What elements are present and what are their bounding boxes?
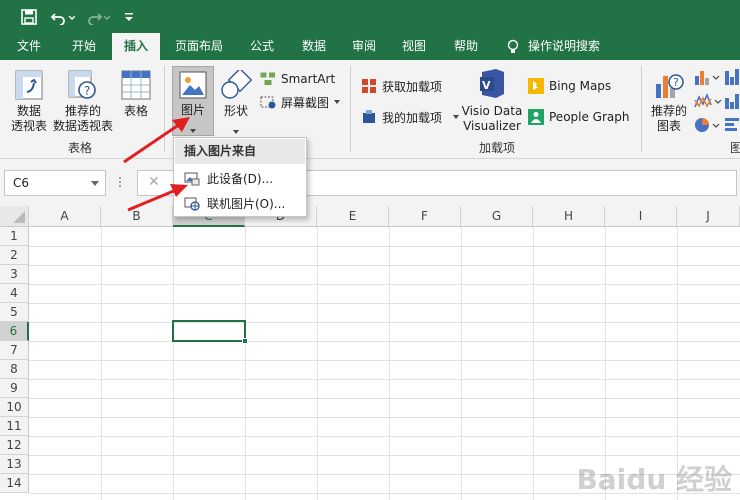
arrow-to-pictures-icon	[123, 117, 190, 164]
arrow-to-device-icon	[127, 184, 188, 212]
annotation-arrows	[123, 117, 190, 212]
